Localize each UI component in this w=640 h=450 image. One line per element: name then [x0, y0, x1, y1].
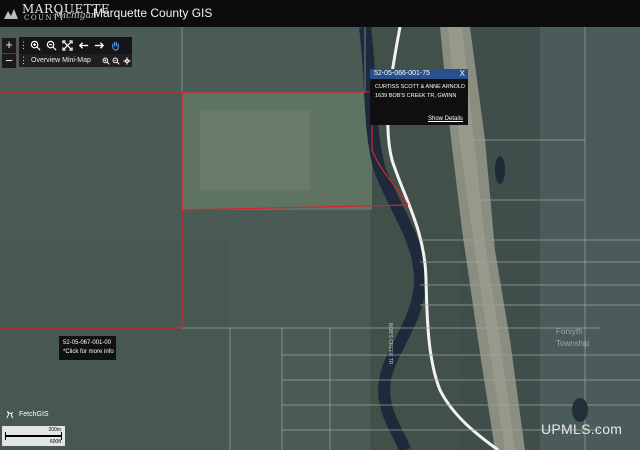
zoom-out-icon[interactable]: [43, 37, 59, 54]
county-logo[interactable]: MARQUETTE COUNTY Michigan: [2, 2, 110, 24]
toolbar-grip[interactable]: ⋮: [19, 40, 28, 51]
fetchgis-icon: [6, 410, 14, 419]
zoom-in-button[interactable]: +: [2, 38, 16, 53]
tooltip-hint: *Click for more info: [63, 349, 114, 355]
app-header: MARQUETTE COUNTY Michigan Marquette Coun…: [0, 0, 640, 27]
scale-tick-right: [61, 432, 62, 440]
fetchgis-label: FetchGIS: [19, 411, 49, 418]
overview-grip[interactable]: ⋮: [19, 55, 28, 66]
popup-parcel-id: 52-05-066-001-75: [374, 70, 431, 77]
popup-owner: CURTISS SCOTT & ANNE ARNOLD: [375, 84, 465, 90]
zoom-out-button[interactable]: −: [2, 53, 16, 69]
back-arrow-icon[interactable]: [75, 37, 91, 54]
forward-arrow-icon[interactable]: [91, 37, 107, 54]
minimap-zoom-out-icon[interactable]: [111, 54, 121, 67]
popup-address: 1639 BOB'S CREEK TR, GWINN: [375, 93, 457, 99]
parcel-hover-tooltip[interactable]: 52-05-067-001-00 *Click for more info: [59, 336, 116, 360]
zoom-control: + −: [1, 37, 17, 69]
township-label: Forsyth Township: [556, 326, 589, 350]
parcel-info-popup: 52-05-066-001-75 X CURTISS SCOTT & ANNE …: [370, 69, 468, 125]
minimap-zoom-in-icon[interactable]: [101, 54, 111, 67]
map-canvas[interactable]: Forsyth Township BOB'S CREEK TR: [0, 27, 640, 450]
township-name: Forsyth: [556, 327, 583, 336]
scale-imperial: 600ft: [49, 439, 61, 445]
full-extent-icon[interactable]: [59, 37, 75, 54]
scale-metric: 200m: [48, 427, 61, 433]
show-details-link[interactable]: Show Details: [428, 116, 463, 122]
map-toolbar: ⋮: [19, 37, 132, 54]
scale-bar: 200m 600ft: [2, 426, 65, 446]
county-emblem-icon: [4, 9, 18, 19]
tooltip-parcel-id: 52-05-067-001-00: [63, 340, 112, 346]
township-suffix: Township: [556, 339, 590, 348]
road-label: BOB'S CREEK TR: [387, 323, 393, 365]
logo-script: Michigan: [54, 11, 97, 21]
fetchgis-credit[interactable]: FetchGIS: [5, 410, 49, 419]
aerial-imagery: [0, 27, 640, 450]
overview-label[interactable]: Overview Mini-Map: [31, 57, 91, 64]
popup-close-button[interactable]: X: [460, 69, 465, 79]
overview-minimap-bar: ⋮ Overview Mini-Map: [19, 54, 132, 67]
pan-hand-icon[interactable]: [107, 37, 123, 54]
app-title: Marquette County GIS: [93, 6, 213, 20]
scale-line: [5, 435, 62, 437]
minimap-settings-icon[interactable]: [122, 54, 132, 67]
popup-header: 52-05-066-001-75 X: [370, 69, 468, 79]
upmls-watermark: UPMLS.com: [541, 421, 623, 437]
zoom-in-icon[interactable]: [27, 37, 43, 54]
